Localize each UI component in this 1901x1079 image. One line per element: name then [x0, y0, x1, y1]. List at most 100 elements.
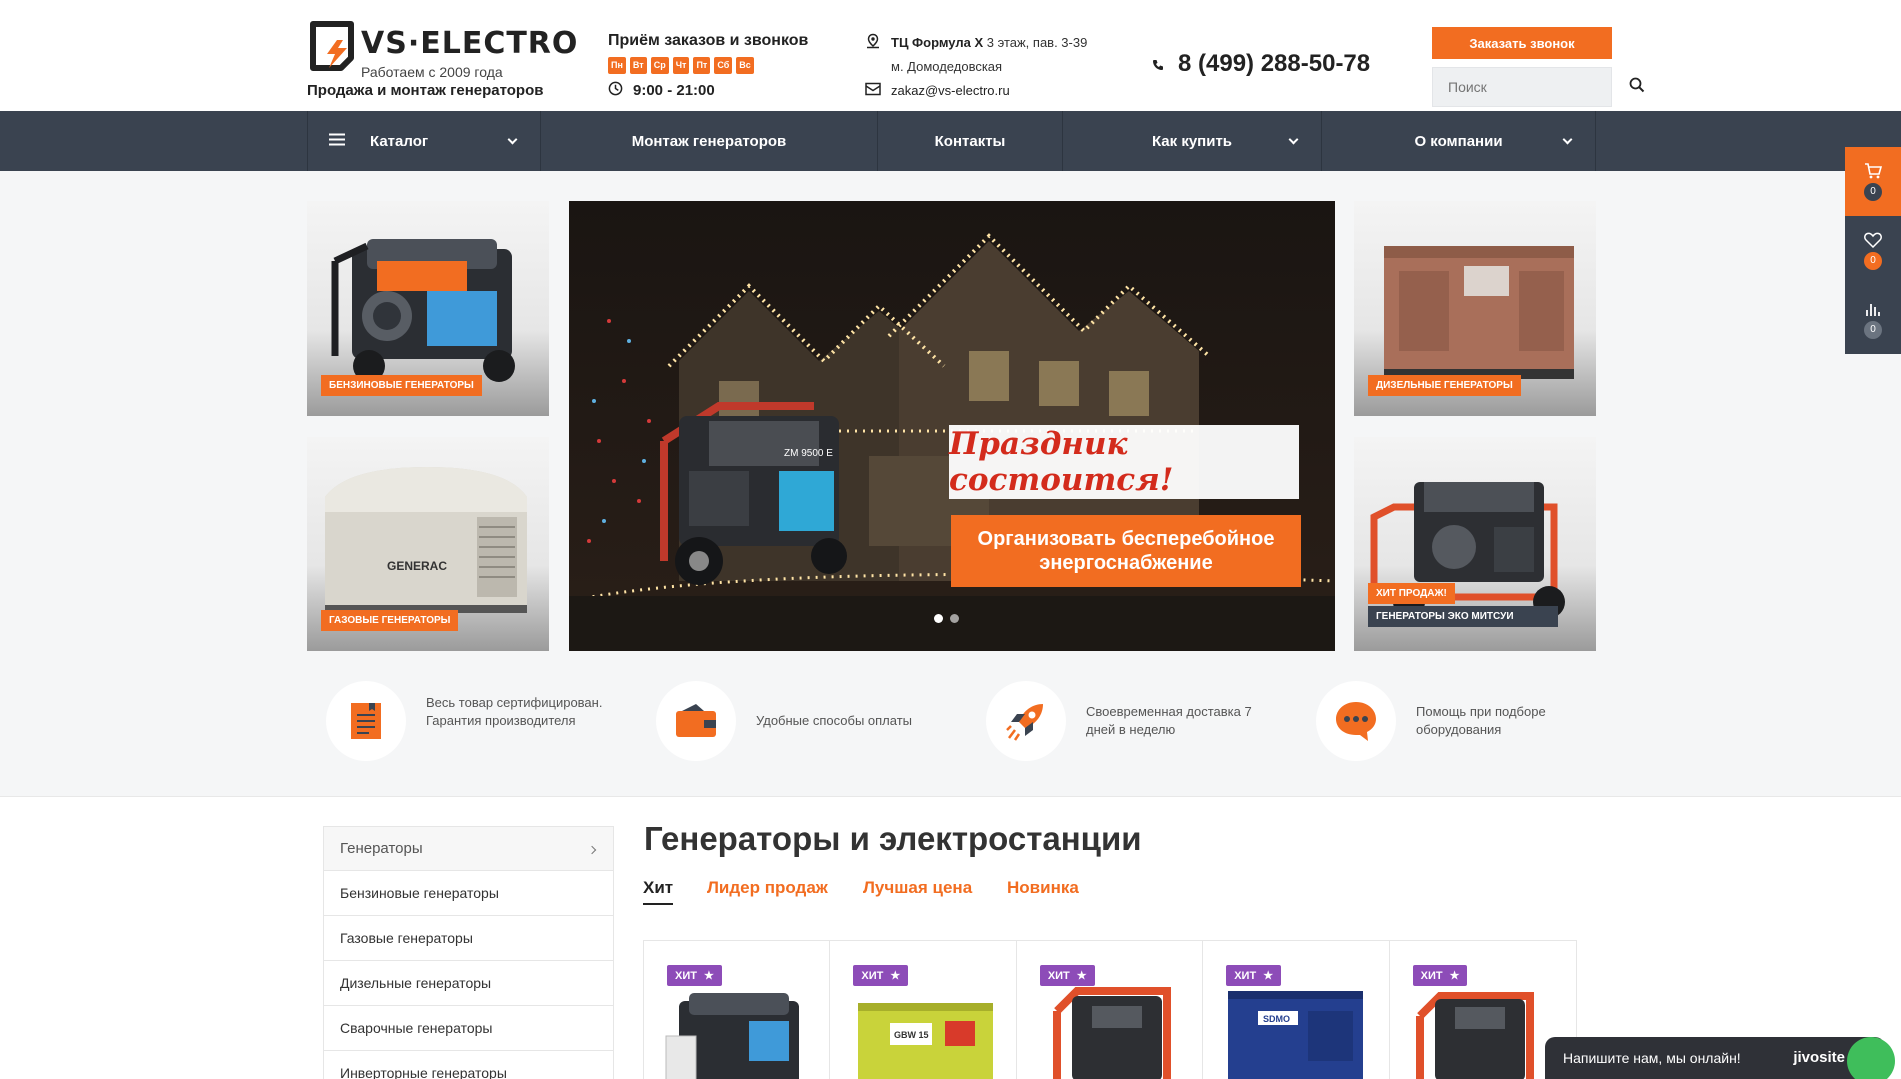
address: ТЦ Формула Х 3 этаж, пав. 3-39 [865, 33, 1087, 52]
star-icon: ★ [1263, 970, 1274, 982]
chevron-down-icon [1288, 134, 1299, 145]
main-nav: Каталог Монтаж генераторов Контакты Как … [0, 111, 1901, 171]
feature-text: Весь товар сертифицирован. Гарантия прои… [426, 695, 603, 728]
tab-best-price[interactable]: Лучшая цена [863, 878, 972, 898]
metro-station: м. Домодедовская [891, 59, 1003, 74]
search-input[interactable] [1448, 79, 1629, 95]
nav-how-to-buy[interactable]: Как купить [1062, 111, 1321, 171]
certificate-icon [351, 703, 381, 739]
hit-badge: ХИТ ★ [1039, 965, 1095, 986]
feature-help [1316, 681, 1396, 761]
wallet-icon [676, 704, 716, 737]
day-badge: Чт [672, 57, 690, 74]
product-image: GBW 15 [858, 1003, 994, 1079]
cart-button[interactable]: 0 [1845, 147, 1901, 216]
sidebar-item-label: Бензиновые генераторы [340, 885, 499, 901]
wishlist-button[interactable]: 0 [1845, 216, 1901, 285]
hit-sales-label: ХИТ ПРОДАЖ! [1368, 583, 1455, 604]
email[interactable]: zakaz@vs-electro.ru [865, 82, 1010, 99]
sidebar-item-petrol[interactable]: Бензиновые генераторы [323, 871, 614, 916]
work-hours: 9:00 - 21:00 [608, 81, 715, 100]
day-badge: Пн [608, 57, 626, 74]
email-link[interactable]: zakaz@vs-electro.ru [891, 83, 1010, 98]
star-icon: ★ [1449, 970, 1460, 982]
request-call-button[interactable]: Заказать звонок [1432, 27, 1612, 59]
phone-icon [1152, 50, 1164, 78]
logo-text[interactable]: VS·ELECTRO [361, 26, 578, 61]
category-tile-petrol[interactable]: БЕНЗИНОВЫЕ ГЕНЕРАТОРЫ [307, 201, 549, 416]
generac-logo: GENERAC [387, 559, 447, 573]
product-grid: ХИТ ★ ХИТ ★ GBW 15 ХИТ ★ ХИТ ★ SDMO ХИТ … [643, 940, 1577, 1079]
day-badge: Вс [736, 57, 754, 74]
work-days: Пн Вт Ср Чт Пт Сб Вс [608, 57, 754, 74]
day-badge: Пт [693, 57, 711, 74]
nav-catalog[interactable]: Каталог [307, 111, 540, 171]
nav-about[interactable]: О компании [1321, 111, 1596, 171]
nav-montazh[interactable]: Монтаж генераторов [540, 111, 877, 171]
sidebar-item-label: Генераторы [340, 840, 423, 857]
svg-text:GBW 15: GBW 15 [894, 1030, 929, 1040]
banner-cta-button[interactable]: Организовать бесперебойное энергоснабжени… [951, 515, 1301, 587]
sidebar-item-diesel[interactable]: Дизельные генераторы [323, 961, 614, 1006]
menu-icon [329, 133, 345, 150]
phone-number[interactable]: 8 (499) 288-50-78 [1178, 50, 1370, 78]
chevron-down-icon [507, 134, 518, 144]
product-card[interactable]: ХИТ ★ SDMO [1203, 941, 1390, 1079]
nav-contacts[interactable]: Контакты [877, 111, 1062, 171]
compare-button[interactable]: 0 [1845, 285, 1901, 354]
phone[interactable]: 8 (499) 288-50-78 [1152, 50, 1370, 78]
compare-bars-icon [1866, 303, 1880, 316]
logo-icon[interactable] [307, 20, 357, 72]
address-rest: 3 этаж, пав. 3-39 [983, 35, 1088, 50]
star-icon: ★ [890, 970, 901, 982]
sidebar-item-generators[interactable]: Генераторы [323, 826, 614, 871]
feature-text: Своевременная доставка 7 дней в неделю [1086, 704, 1252, 737]
hours-title: Приём заказов и звонков [608, 32, 809, 49]
feature-certificate [326, 681, 406, 761]
feature-payment [656, 681, 736, 761]
hit-badge: ХИТ ★ [667, 965, 722, 986]
page-title: Генераторы и электростанции [644, 820, 1142, 857]
svg-text:ZM 9500 E: ZM 9500 E [784, 448, 833, 459]
sidebar-item-gas[interactable]: Газовые генераторы [323, 916, 614, 961]
sidebar-item-welding[interactable]: Сварочные генераторы [323, 1006, 614, 1051]
sidebar-item-label: Инверторные генераторы [340, 1065, 507, 1079]
banner-title: Праздник состоится! [949, 425, 1299, 499]
tile-label: БЕНЗИНОВЫЕ ГЕНЕРАТОРЫ [321, 375, 482, 396]
sidebar-item-label: Дизельные генераторы [340, 975, 492, 991]
sidebar-item-label: Газовые генераторы [340, 930, 473, 946]
nav-catalog-label: Каталог [370, 132, 429, 150]
chat-icon [1336, 702, 1376, 741]
svg-text:SDMO: SDMO [1263, 1014, 1290, 1024]
jivosite-logo: jivosite [1793, 1049, 1845, 1066]
category-tile-mitsui[interactable]: ХИТ ПРОДАЖ! ГЕНЕРАТОРЫ ЭКО МИТСУИ [1354, 437, 1596, 651]
chat-widget[interactable]: Напишите нам, мы онлайн! jivosite [1545, 1037, 1895, 1079]
cart-count: 0 [1864, 182, 1882, 201]
sidebar-item-label: Сварочные генераторы [340, 1020, 493, 1036]
tab-hit[interactable]: Хит [643, 878, 674, 905]
sidebar-item-inverter[interactable]: Инверторные генераторы [323, 1051, 614, 1079]
chat-bubble-icon [1847, 1037, 1895, 1079]
product-card[interactable]: ХИТ ★ [1017, 941, 1204, 1079]
tile-label: ГАЗОВЫЕ ГЕНЕРАТОРЫ [321, 610, 459, 631]
product-card[interactable]: ХИТ ★ [644, 941, 831, 1079]
chevron-right-icon [587, 845, 597, 855]
category-tile-diesel[interactable]: ДИЗЕЛЬНЫЕ ГЕНЕРАТОРЫ [1354, 201, 1596, 416]
category-tile-gas[interactable]: GENERAC ГАЗОВЫЕ ГЕНЕРАТОРЫ [307, 437, 549, 651]
product-image: SDMO [1228, 991, 1364, 1079]
promo-banner[interactable]: ZM 9500 E Праздник состоится! Организова… [569, 201, 1335, 651]
star-icon: ★ [1076, 970, 1087, 982]
product-card[interactable]: ХИТ ★ GBW 15 [830, 941, 1017, 1079]
search-icon[interactable] [1629, 77, 1645, 98]
site-header: VS·ELECTRO Работаем с 2009 года Продажа … [0, 0, 1901, 111]
day-badge: Ср [650, 57, 669, 74]
day-badge: Сб [714, 57, 733, 74]
search-box [1432, 67, 1645, 107]
slider-dot-1[interactable] [934, 614, 943, 623]
slider-dot-2[interactable] [950, 614, 959, 623]
heart-icon [1864, 232, 1882, 248]
floating-side-panel: 0 0 0 [1845, 147, 1901, 354]
tab-sales-leader[interactable]: Лидер продаж [707, 878, 828, 898]
cart-icon [1865, 162, 1882, 178]
tab-new[interactable]: Новинка [1007, 878, 1079, 898]
